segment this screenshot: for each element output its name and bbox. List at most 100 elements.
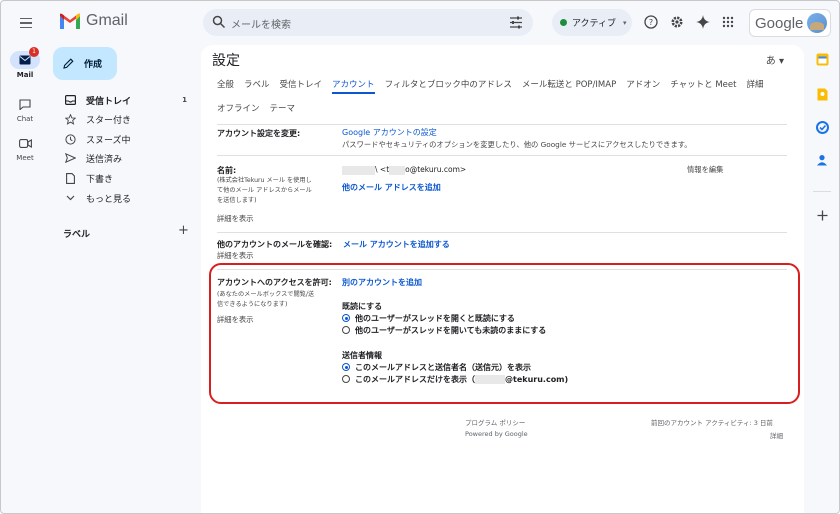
tab-labels[interactable]: ラベル [244, 78, 270, 94]
tab-general[interactable]: 全般 [217, 78, 234, 94]
row-divider [217, 155, 787, 156]
nav-item-inbox[interactable]: 受信トレイ 1 [51, 91, 197, 109]
nav-more-label: もっと見る [86, 194, 132, 205]
edit-info-link[interactable]: 情報を編集 [687, 165, 723, 175]
search-input[interactable]: メールを検索 [231, 16, 291, 31]
gmail-window: Gmail メールを検索 アクティブ ▾ ? Google 1 Mail Cha… [0, 0, 840, 514]
nav-snoozed-label: スヌーズ中 [86, 135, 131, 146]
name-label: 名前: [217, 166, 237, 175]
inbox-icon [64, 95, 76, 105]
chevron-down-icon: ▾ [623, 18, 627, 27]
last-activity: 前回のアカウント アクティビティ: 3 日前 [651, 419, 773, 427]
nav-item-sent[interactable]: 送信済み [51, 149, 197, 167]
nav-item-more[interactable]: もっと見る [51, 189, 197, 207]
name-sub: (株式会社Tekuru メール を使用して他のメール アドレスからメールを送信し… [217, 177, 312, 204]
redacted-name [342, 165, 375, 175]
search-bar[interactable]: メールを検索 [203, 9, 533, 36]
status-label: アクティブ [572, 19, 617, 29]
app-name: Gmail [86, 12, 128, 29]
star-icon [64, 113, 76, 125]
google-label: Google [755, 14, 804, 32]
settings-tabs-row-1: 全般 ラベル 受信トレイ アカウント フィルタとブロック中のアドレス メール転送… [217, 78, 797, 94]
rail-chat-label: Chat [16, 115, 34, 123]
nav-starred-label: スター付き [86, 115, 132, 126]
pencil-icon [63, 58, 74, 69]
settings-tabs-row-2: オフライン テーマ [217, 102, 797, 118]
tab-themes[interactable]: テーマ [270, 102, 296, 118]
tab-filters[interactable]: フィルタとブロック中のアドレス [385, 78, 512, 94]
powered-by-google: Powered by Google [465, 430, 528, 438]
labels-heading: ラベル [63, 230, 91, 240]
nav-inbox-label: 受信トレイ [86, 96, 132, 107]
tab-offline[interactable]: オフライン [217, 102, 260, 118]
check-mail-details-link[interactable]: 詳細を表示 [217, 251, 253, 261]
nav-item-drafts[interactable]: 下書き [51, 169, 197, 187]
change-account-desc: パスワードやセキュリティのオプションを変更したり、他の Google サービスに… [342, 140, 692, 149]
add-addon-icon[interactable] [815, 208, 829, 222]
rail-mail[interactable]: 1 Mail [7, 47, 43, 79]
sender-address: \ <t o@tekuru.com> [342, 165, 466, 175]
tab-inbox[interactable]: 受信トレイ [280, 78, 323, 94]
compose-label: 作成 [84, 60, 103, 70]
video-camera-icon [18, 138, 32, 148]
draft-file-icon [65, 172, 75, 184]
sender-prefix: \ <t [375, 165, 390, 174]
tabs-divider [217, 124, 787, 125]
input-tools-toggle[interactable]: あ ▾ [766, 52, 784, 67]
compose-button[interactable]: 作成 [53, 47, 117, 80]
account-switcher[interactable]: Google [749, 9, 831, 37]
page-title: 設定 [212, 53, 240, 69]
avatar[interactable] [807, 13, 828, 33]
apps-grid-icon[interactable] [720, 14, 736, 30]
main-menu-icon[interactable] [15, 12, 37, 34]
program-policy-link[interactable]: プログラム ポリシー [465, 417, 525, 427]
tab-forwarding[interactable]: メール転送と POP/IMAP [522, 78, 616, 94]
svg-text:?: ? [649, 18, 653, 27]
search-icon[interactable] [212, 15, 226, 29]
row-divider [217, 232, 787, 233]
tab-chat-meet[interactable]: チャットと Meet [670, 78, 736, 94]
add-email-address-link[interactable]: 他のメール アドレスを追加 [342, 182, 441, 193]
keep-notes-icon[interactable] [815, 87, 829, 101]
chevron-down-icon [66, 195, 74, 201]
rail-divider [813, 191, 831, 192]
redacted-email-part [389, 165, 406, 175]
calendar-icon[interactable] [815, 52, 829, 66]
inbox-count: 1 [182, 96, 187, 104]
google-account-settings-link[interactable]: Google アカウントの設定 [342, 127, 437, 138]
rail-meet[interactable]: Meet [7, 134, 43, 162]
add-mail-account-link[interactable]: メール アカウントを追加する [343, 239, 450, 250]
unread-badge: 1 [29, 47, 39, 57]
tab-addons[interactable]: アドオン [626, 78, 660, 94]
help-icon[interactable]: ? [643, 14, 659, 30]
rail-meet-label: Meet [16, 154, 34, 162]
nav-item-snoozed[interactable]: スヌーズ中 [51, 130, 197, 148]
gmail-m-icon [60, 13, 80, 29]
tab-advanced[interactable]: 詳細 [746, 78, 763, 94]
gmail-logo[interactable]: Gmail [59, 12, 128, 30]
gemini-sparkle-icon[interactable] [695, 14, 711, 30]
change-account-label: アカウント設定を変更: [217, 129, 301, 138]
activity-details-link[interactable]: 詳細 [770, 430, 783, 440]
search-options-icon[interactable] [509, 16, 523, 29]
rail-mail-label: Mail [16, 71, 34, 79]
add-label-button[interactable]: + [178, 223, 189, 238]
name-details-link[interactable]: 詳細を表示 [217, 214, 253, 224]
gear-icon[interactable] [669, 14, 685, 30]
nav-item-starred[interactable]: スター付き [51, 110, 197, 128]
status-dot-icon [560, 19, 567, 26]
chat-icon [19, 98, 31, 110]
status-selector[interactable]: アクティブ ▾ [552, 9, 632, 36]
check-mail-label: 他のアカウントのメールを確認: [217, 240, 333, 249]
sender-suffix: o@tekuru.com> [405, 165, 467, 174]
clock-icon [64, 133, 76, 145]
mail-icon [19, 55, 31, 65]
nav-sent-label: 送信済み [86, 154, 123, 165]
tab-accounts[interactable]: アカウント [332, 78, 375, 94]
contacts-icon[interactable] [815, 153, 829, 167]
highlight-annotation [209, 263, 800, 404]
rail-chat[interactable]: Chat [7, 95, 43, 123]
top-bar: Gmail メールを検索 アクティブ ▾ ? Google [1, 1, 839, 45]
tasks-icon[interactable] [815, 120, 829, 134]
send-icon [64, 153, 76, 163]
